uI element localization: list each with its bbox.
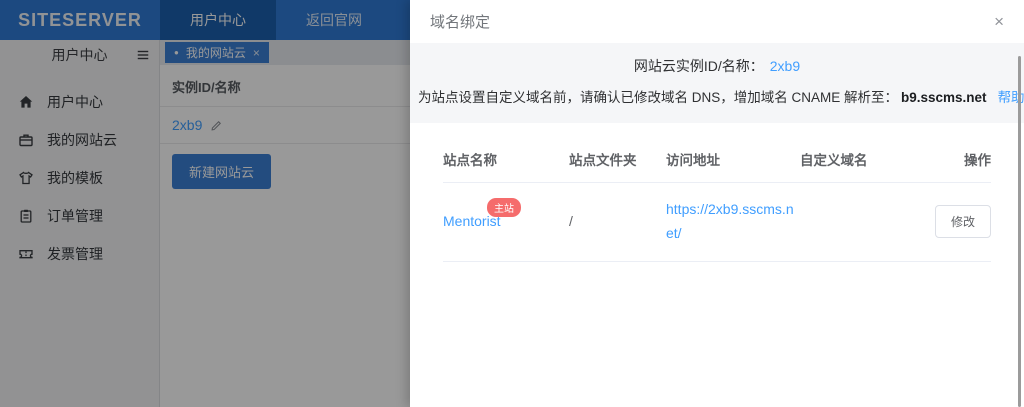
- cname-instruction-text: 为站点设置自定义域名前，请确认已修改域名 DNS，增加域名 CNAME 解析至：: [418, 90, 898, 105]
- scrollbar[interactable]: [1018, 56, 1021, 407]
- drawer-title: 域名绑定: [430, 11, 490, 32]
- instance-id-label: 网站云实例ID/名称：: [634, 58, 764, 74]
- col-site-name: 站点名称: [443, 149, 569, 169]
- col-custom-domain: 自定义域名: [800, 149, 933, 169]
- site-folder-value: /: [569, 213, 666, 229]
- drawer-header: 域名绑定 ×: [410, 0, 1024, 43]
- modify-domain-button[interactable]: 修改: [935, 205, 991, 238]
- cname-target-domain: b9.sscms.net: [901, 90, 987, 105]
- site-access-url-link[interactable]: https://2xb9.sscms.net/: [666, 197, 800, 245]
- col-site-folder: 站点文件夹: [569, 149, 666, 169]
- col-access-url: 访问地址: [666, 149, 800, 169]
- col-actions: 操作: [933, 149, 991, 169]
- main-site-badge: 主站: [487, 198, 521, 217]
- instance-info-line: 网站云实例ID/名称： 2xb9: [418, 56, 1016, 76]
- cname-info-box: 网站云实例ID/名称： 2xb9 为站点设置自定义域名前，请确认已修改域名 DNS…: [410, 43, 1024, 123]
- cname-instruction-line: 为站点设置自定义域名前，请确认已修改域名 DNS，增加域名 CNAME 解析至：…: [418, 86, 1016, 106]
- drawer-close-icon[interactable]: ×: [994, 13, 1004, 30]
- domain-binding-drawer: 域名绑定 × 网站云实例ID/名称： 2xb9 为站点设置自定义域名前，请确认已修…: [410, 0, 1024, 407]
- sites-table-header: 站点名称 站点文件夹 访问地址 自定义域名 操作: [443, 139, 991, 183]
- table-row: Mentorist 主站 / https://2xb9.sscms.net/ 修…: [443, 183, 991, 262]
- sites-table: 站点名称 站点文件夹 访问地址 自定义域名 操作 Mentorist 主站 / …: [443, 139, 991, 262]
- instance-id-value-link[interactable]: 2xb9: [770, 58, 800, 74]
